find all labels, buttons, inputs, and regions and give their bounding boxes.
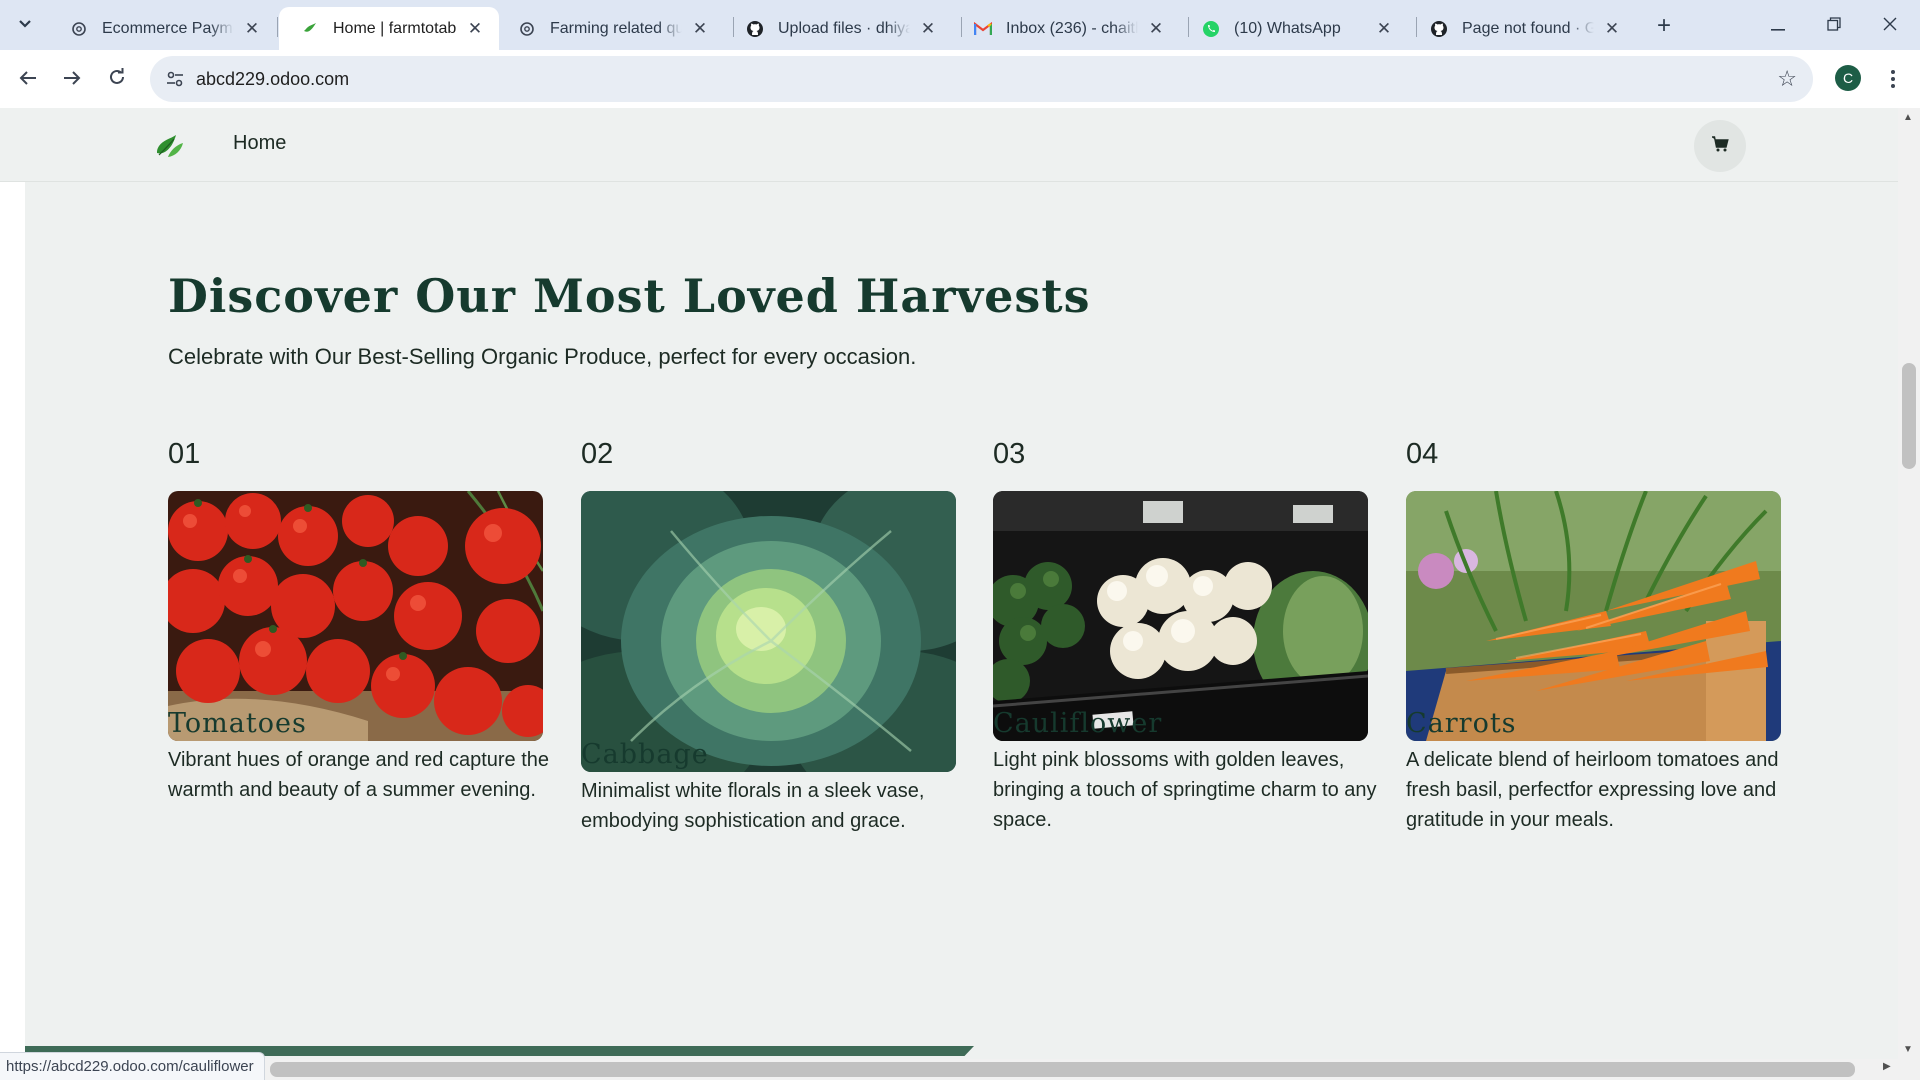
tab-divider bbox=[277, 17, 278, 37]
openai-icon bbox=[518, 20, 536, 38]
logo-leaf-icon[interactable] bbox=[154, 131, 184, 159]
chevron-down-icon bbox=[18, 16, 32, 34]
tab-whatsapp[interactable]: (10) WhatsApp ✕ bbox=[1180, 7, 1408, 50]
tab-title: Ecommerce Payment bbox=[102, 19, 234, 37]
close-icon[interactable]: ✕ bbox=[690, 19, 710, 39]
leaf-icon bbox=[301, 20, 319, 38]
tab-gmail-inbox[interactable]: Inbox (236) - chaithra ✕ bbox=[952, 7, 1180, 50]
close-icon bbox=[1883, 15, 1897, 36]
close-icon[interactable]: ✕ bbox=[1602, 19, 1622, 39]
tab-github-page-not-found[interactable]: Page not found · GitHub ✕ bbox=[1408, 7, 1636, 50]
tab-farming-questions[interactable]: Farming related ques ✕ bbox=[496, 7, 724, 50]
address-bar[interactable]: abcd229.odoo.com ☆ bbox=[150, 56, 1813, 102]
github-icon bbox=[1430, 20, 1448, 38]
product-description: Light pink blossoms with golden leaves, … bbox=[993, 749, 1377, 831]
gmail-icon bbox=[974, 20, 992, 38]
product-name[interactable]: Cabbage bbox=[581, 739, 709, 770]
vertical-scrollbar-thumb[interactable] bbox=[1902, 363, 1916, 469]
link-status-bubble: https://abcd229.odoo.com/cauliflower bbox=[0, 1052, 265, 1080]
restore-button[interactable] bbox=[1806, 0, 1862, 50]
tomatoes-photo[interactable] bbox=[168, 491, 543, 741]
tab-title: Upload files · dhiya-b bbox=[778, 19, 910, 37]
menu-dot bbox=[1891, 77, 1895, 81]
menu-dot bbox=[1891, 84, 1895, 88]
profile-avatar[interactable]: C bbox=[1835, 65, 1861, 91]
close-icon[interactable]: ✕ bbox=[1146, 19, 1166, 39]
product-number: 03 bbox=[993, 438, 1026, 470]
carrots-photo[interactable] bbox=[1406, 491, 1781, 741]
cabbage-photo[interactable] bbox=[581, 491, 956, 772]
tab-title: (10) WhatsApp bbox=[1234, 19, 1341, 37]
reload-icon bbox=[108, 66, 126, 92]
site-header: Home bbox=[0, 108, 1898, 182]
back-arrow-icon bbox=[19, 66, 37, 92]
site-settings-icon[interactable] bbox=[164, 68, 186, 90]
whatsapp-icon bbox=[1202, 20, 1220, 38]
new-tab-button[interactable]: + bbox=[1650, 12, 1678, 40]
horizontal-scrollbar-thumb[interactable] bbox=[270, 1062, 1855, 1077]
close-icon[interactable]: ✕ bbox=[1374, 19, 1394, 39]
plus-icon: + bbox=[1656, 12, 1671, 39]
tab-home-farmtotable[interactable]: Home | farmtotable ✕ bbox=[279, 7, 499, 50]
page-viewport: Home Discover Our Most Loved Harvests Ce… bbox=[0, 108, 1920, 1080]
tab-upload-files-github[interactable]: Upload files · dhiya-b ✕ bbox=[724, 7, 952, 50]
forward-button[interactable] bbox=[56, 63, 88, 95]
close-icon[interactable]: ✕ bbox=[465, 19, 485, 39]
url-text[interactable]: abcd229.odoo.com bbox=[196, 69, 349, 90]
back-button[interactable] bbox=[12, 63, 44, 95]
browser-toolbar: abcd229.odoo.com ☆ C bbox=[0, 50, 1920, 108]
browser-menu-button[interactable] bbox=[1883, 64, 1903, 94]
browser-tab-strip: Ecommerce Payment ✕ Home | farmtotable ✕… bbox=[0, 0, 1920, 50]
nav-home-link[interactable]: Home bbox=[233, 132, 286, 155]
scroll-right-arrow-icon[interactable]: ▶ bbox=[1883, 1061, 1891, 1072]
scroll-down-arrow-icon[interactable]: ▼ bbox=[1903, 1044, 1913, 1055]
tab-title: Farming related ques bbox=[550, 19, 682, 37]
tab-ecommerce-payment[interactable]: Ecommerce Payment ✕ bbox=[48, 7, 276, 50]
reload-button[interactable] bbox=[101, 63, 133, 95]
tab-title: Page not found · GitHub bbox=[1462, 19, 1594, 37]
product-description: A delicate blend of heirloom tomatoes an… bbox=[1406, 749, 1779, 831]
product-name[interactable]: Cauliflower bbox=[993, 708, 1162, 739]
section-subtitle: Celebrate with Our Best-Selling Organic … bbox=[168, 344, 917, 369]
scroll-up-arrow-icon[interactable]: ▲ bbox=[1903, 112, 1913, 123]
cauliflower-photo[interactable] bbox=[993, 491, 1368, 741]
openai-icon bbox=[70, 20, 88, 38]
menu-dot bbox=[1891, 70, 1895, 74]
product-number: 02 bbox=[581, 438, 614, 470]
product-number: 04 bbox=[1406, 438, 1439, 470]
product-name[interactable]: Tomatoes bbox=[168, 708, 307, 739]
close-icon[interactable]: ✕ bbox=[242, 19, 262, 39]
restore-icon bbox=[1827, 15, 1841, 36]
bookmark-star-icon[interactable]: ☆ bbox=[1777, 66, 1797, 92]
tab-title: Inbox (236) - chaithra bbox=[1006, 19, 1138, 37]
page-left-edge bbox=[0, 182, 25, 1080]
forward-arrow-icon bbox=[63, 66, 81, 92]
product-name[interactable]: Carrots bbox=[1406, 708, 1517, 739]
close-window-button[interactable] bbox=[1862, 0, 1918, 50]
vertical-scrollbar[interactable] bbox=[1898, 108, 1920, 1080]
close-icon[interactable]: ✕ bbox=[918, 19, 938, 39]
github-icon bbox=[746, 20, 764, 38]
product-number: 01 bbox=[168, 438, 201, 470]
tab-title: Home | farmtotable bbox=[333, 19, 457, 37]
product-description: Vibrant hues of orange and red capture t… bbox=[168, 749, 550, 801]
product-description: Minimalist white florals in a sleek vase… bbox=[581, 780, 925, 832]
section-title: Discover Our Most Loved Harvests bbox=[168, 269, 1091, 323]
tab-search-button[interactable] bbox=[10, 11, 40, 39]
cart-button[interactable] bbox=[1694, 120, 1746, 172]
minimize-button[interactable] bbox=[1750, 0, 1806, 50]
cart-icon bbox=[1711, 135, 1729, 157]
minimize-icon bbox=[1771, 15, 1785, 36]
